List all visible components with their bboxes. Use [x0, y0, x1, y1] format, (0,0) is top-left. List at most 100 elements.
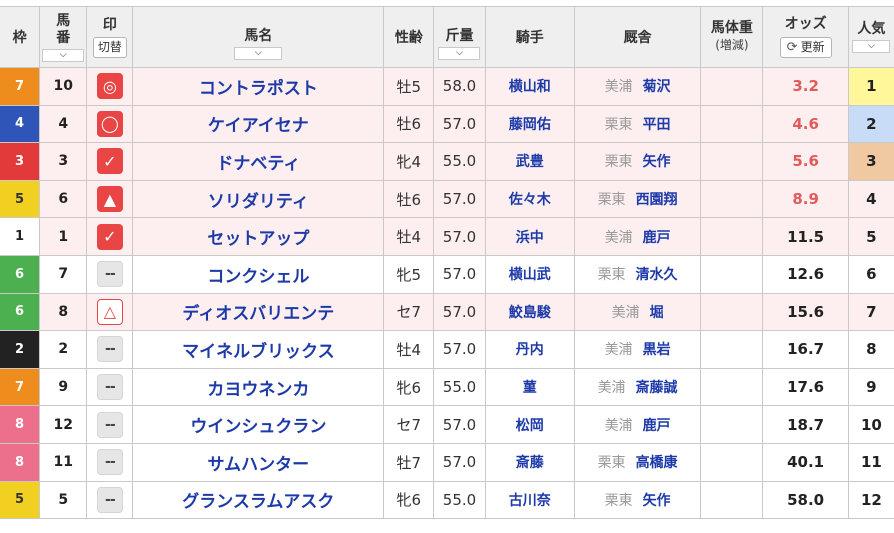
popularity-value: 11: [860, 453, 882, 472]
popularity-cell: 2: [847, 104, 894, 144]
trainer-link[interactable]: 矢作: [643, 493, 671, 509]
popularity-cell: 3: [847, 142, 894, 181]
region-label: 美浦: [604, 79, 633, 96]
dash-icon[interactable]: --: [96, 411, 123, 438]
umaban-sort-button[interactable]: ⌵: [42, 48, 85, 62]
mark-header-label: 印: [102, 16, 117, 33]
waku-header-label: 枠: [12, 30, 27, 46]
table-row: 3 3 ✓ ドナベティ 牝4 55.0 武豊 栗東 矢作 5.6 3: [0, 142, 894, 181]
jockey-link[interactable]: 横山武: [509, 267, 551, 283]
col-header-popularity[interactable]: 人気 ⌵: [847, 6, 894, 68]
horse-name-link[interactable]: カヨウネンカ: [207, 380, 309, 400]
umaban-number: 2: [58, 341, 69, 358]
jockey-link[interactable]: 横山和: [509, 79, 551, 95]
weight-cell: 57.0: [433, 442, 486, 482]
popularity-cell: 8: [847, 330, 894, 369]
mark-cell: --: [86, 405, 134, 444]
mark-cell: ✓: [86, 217, 134, 256]
dash-icon[interactable]: --: [96, 336, 123, 363]
popularity-sort-button[interactable]: ⌵: [852, 40, 891, 53]
col-header-umaban[interactable]: 馬 番 ⌵: [39, 6, 88, 68]
check-icon[interactable]: ✓: [96, 223, 123, 250]
umaban-cell: 5: [39, 480, 88, 520]
dash-icon[interactable]: --: [96, 486, 123, 513]
popularity-value: 2: [866, 114, 877, 133]
stable-cell: 栗東 矢作: [573, 480, 702, 520]
dash-icon[interactable]: --: [96, 261, 123, 288]
jockey-link[interactable]: 古川奈: [509, 493, 551, 509]
circle-icon[interactable]: ◯: [96, 110, 123, 137]
horse-name-link[interactable]: ケイアイセナ: [208, 116, 309, 136]
waku-number: 5: [15, 492, 25, 508]
weight-sort-button[interactable]: ⌵: [438, 47, 481, 60]
trainer-link[interactable]: 鹿戸: [643, 418, 671, 434]
umaban-cell: 12: [39, 405, 88, 444]
odds-cell: 5.6: [762, 142, 849, 181]
jockey-link[interactable]: 藤岡佑: [509, 117, 551, 133]
horse-name-link[interactable]: ディオスバリエンテ: [182, 304, 334, 324]
jockey-cell: 菫: [484, 367, 575, 407]
jockey-link[interactable]: 浜中: [516, 230, 544, 246]
horse-name-link[interactable]: セットアップ: [207, 229, 309, 249]
trainer-link[interactable]: 清水久: [636, 267, 678, 283]
trainer-link[interactable]: 平田: [643, 117, 671, 133]
jockey-link[interactable]: 松岡: [516, 418, 544, 434]
jockey-link[interactable]: 武豊: [516, 154, 544, 170]
horse-name-sort-button[interactable]: ⌵: [234, 47, 283, 60]
horse-name-link[interactable]: ソリダリティ: [208, 192, 309, 212]
horse-name-cell: マイネルブリックス: [132, 330, 385, 369]
region-label: 栗東: [597, 455, 626, 472]
sex-age-value: セ7: [396, 303, 422, 322]
col-header-weight[interactable]: 斤量 ⌵: [433, 6, 486, 68]
jockey-link[interactable]: 佐々木: [509, 192, 551, 208]
dash-icon[interactable]: --: [96, 374, 123, 401]
horse-name-link[interactable]: マイネルブリックス: [182, 342, 335, 362]
body-weight-header-label: 馬体重: [710, 20, 753, 36]
dash-icon[interactable]: --: [96, 449, 123, 476]
horse-name-link[interactable]: ドナベティ: [216, 154, 300, 174]
jockey-link[interactable]: 菫: [523, 380, 537, 396]
trainer-link[interactable]: 西園翔: [636, 192, 678, 208]
horse-name-link[interactable]: ウインシュクラン: [190, 417, 326, 437]
jockey-link[interactable]: 丹内: [516, 342, 544, 358]
umaban-cell: 2: [39, 330, 88, 369]
weight-cell: 55.0: [433, 480, 486, 520]
refresh-icon: ⟳: [786, 40, 798, 55]
popularity-cell: 1: [847, 67, 894, 106]
stable-cell: 栗東 平田: [573, 104, 702, 144]
waku-cell: 8: [0, 442, 41, 482]
stable-cell: 美浦 斎藤誠: [573, 367, 702, 407]
stable-cell: 栗東 高橋康: [573, 442, 702, 482]
waku-cell: 1: [0, 217, 41, 256]
popularity-cell: 6: [847, 254, 894, 294]
jockey-link[interactable]: 鮫島駿: [509, 305, 551, 321]
refresh-odds-button[interactable]: ⟳ 更新: [779, 37, 832, 58]
hollow-triangle-icon[interactable]: △: [96, 298, 123, 325]
horse-name-link[interactable]: コントラポスト: [199, 79, 318, 99]
trainer-link[interactable]: 矢作: [643, 154, 671, 170]
trainer-link[interactable]: 菊沢: [643, 79, 671, 95]
jockey-cell: 古川奈: [484, 480, 575, 520]
horse-name-cell: サムハンター: [132, 442, 385, 482]
trainer-link[interactable]: 鹿戸: [643, 230, 671, 246]
col-header-horse-name[interactable]: 馬名 ⌵: [132, 6, 385, 68]
horse-name-link[interactable]: サムハンター: [208, 455, 310, 475]
horse-name-link[interactable]: グランスラムアスク: [182, 492, 334, 512]
check-icon[interactable]: ✓: [96, 148, 123, 175]
mark-toggle-button[interactable]: 切替: [92, 36, 127, 58]
triangle-icon[interactable]: ▲: [96, 186, 123, 213]
horse-name-link[interactable]: コンクシェル: [207, 267, 309, 287]
odds-value: 11.5: [787, 227, 825, 246]
jockey-link[interactable]: 斎藤: [516, 455, 544, 471]
trainer-link[interactable]: 堀: [650, 305, 664, 321]
umaban-number: 9: [58, 379, 69, 396]
body-weight-cell: [700, 104, 764, 144]
trainer-link[interactable]: 黒岩: [643, 342, 671, 358]
double-circle-icon[interactable]: ◎: [96, 73, 123, 100]
region-label: 美浦: [604, 417, 633, 434]
odds-cell: 18.7: [762, 405, 849, 444]
trainer-link[interactable]: 斎藤誠: [636, 380, 678, 396]
jockey-cell: 丹内: [484, 330, 575, 369]
trainer-link[interactable]: 高橋康: [636, 455, 678, 471]
body-weight-cell: [700, 142, 764, 181]
